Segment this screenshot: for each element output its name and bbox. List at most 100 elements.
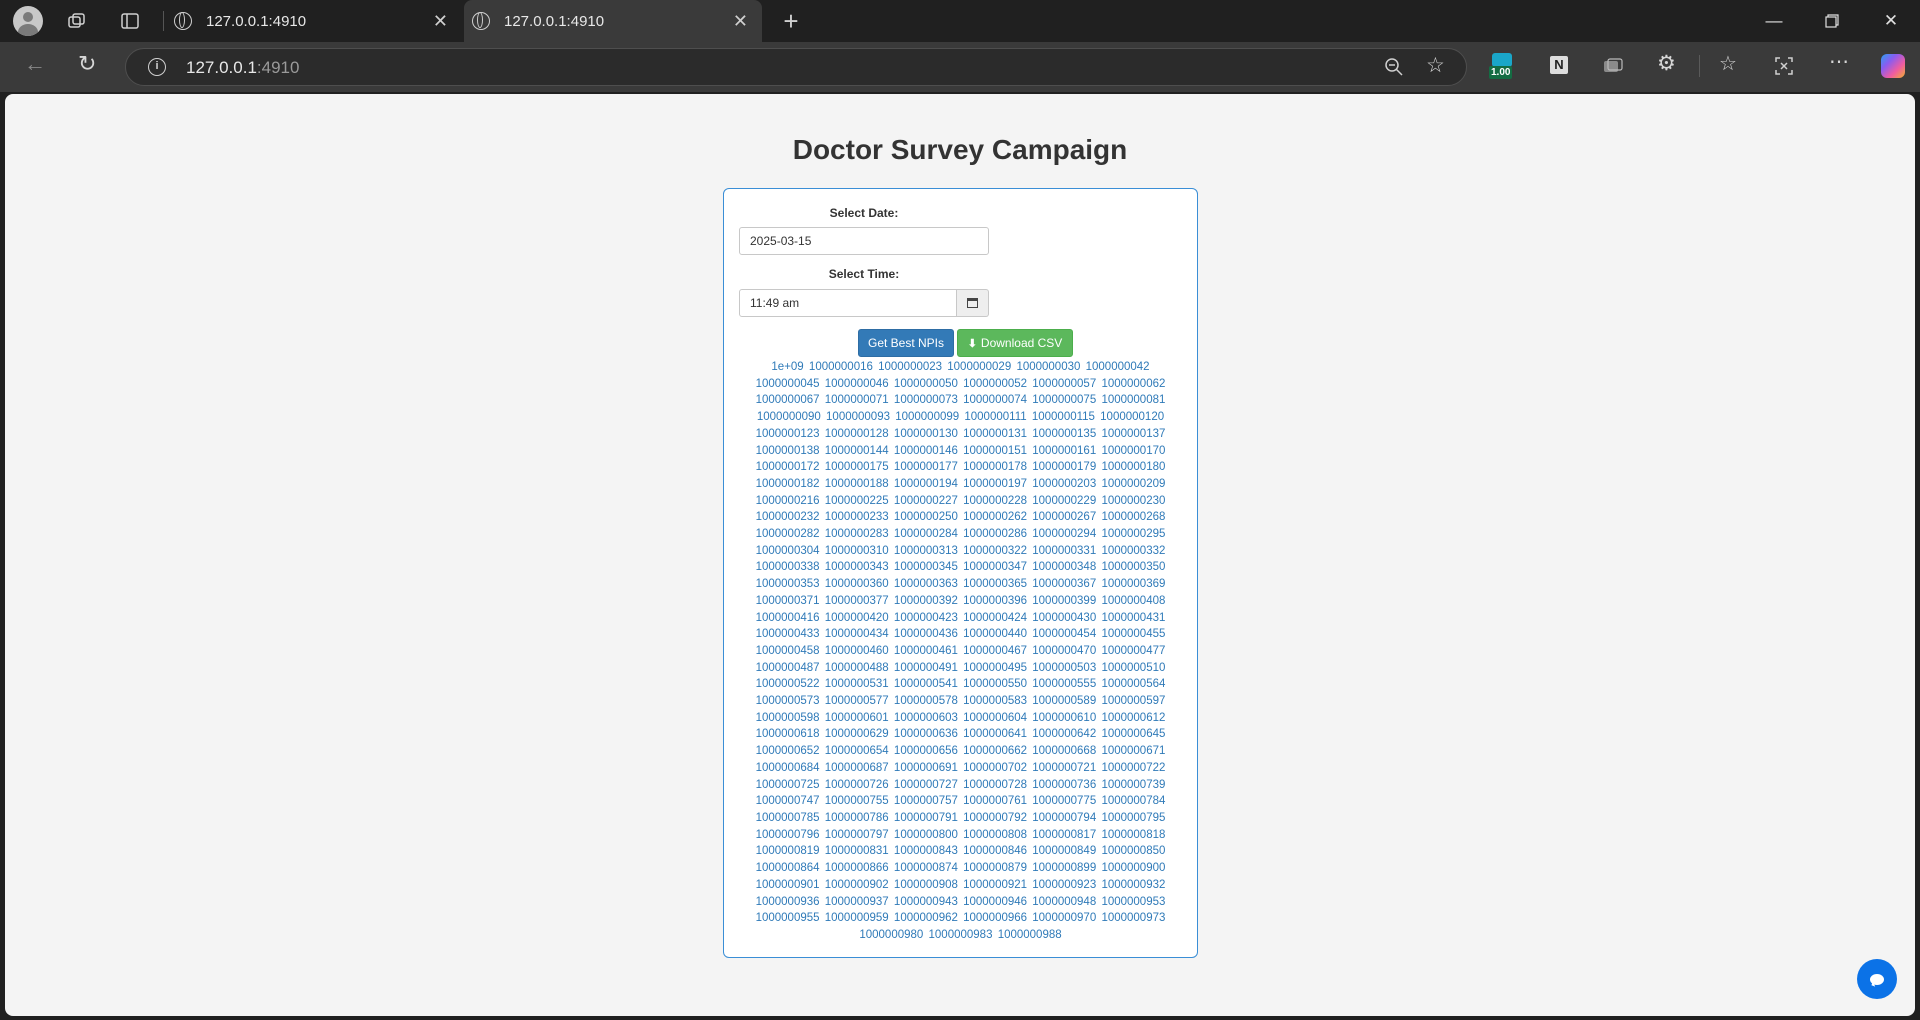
npi-item: 1000000775 [1032,795,1097,808]
screen-capture-icon[interactable] [1603,58,1623,78]
profile-avatar-icon[interactable] [13,6,43,36]
site-info-icon[interactable]: i [148,58,166,76]
npi-item: 1000000052 [963,377,1028,390]
npi-item: 1000000541 [893,678,958,691]
npi-item: 1000000936 [755,895,820,908]
address-url: 127.0.0.1:4910 [186,58,300,77]
npi-item: 1000000726 [824,778,889,791]
npi-item: 1000000423 [893,611,958,624]
npi-item: 1000000345 [893,561,958,574]
npi-item: 1000000137 [1101,427,1166,440]
npi-item: 1000000791 [893,811,958,824]
npi-item: 1000000573 [755,695,820,708]
npi-item: 1000000755 [824,795,889,808]
npi-item: 1000000332 [1101,544,1166,557]
npi-item: 1000000656 [893,745,958,758]
npi-item: 1000000849 [1032,845,1097,858]
copilot-icon[interactable] [1881,54,1905,78]
restore-icon[interactable] [1803,0,1861,42]
npi-item: 1000000267 [1032,511,1097,524]
npi-item: 1000000131 [963,427,1028,440]
npi-item: 1000000937 [824,895,889,908]
npi-item: 1000000702 [963,761,1028,774]
download-csv-button[interactable]: ⬇ Download CSV [957,329,1073,357]
npi-item: 1000000194 [893,477,958,490]
tab-active[interactable]: 127.0.0.1:4910 ✕ [464,0,762,42]
get-best-npis-button[interactable]: Get Best NPIs [858,329,954,357]
back-icon[interactable]: ← [24,53,46,75]
extensions-puzzle-icon[interactable]: ⚙ [1657,53,1676,74]
npi-item: 1000000946 [963,895,1028,908]
npi-item: 1000000722 [1101,761,1166,774]
npi-item: 1000000461 [893,644,958,657]
npi-item: 1000000966 [963,912,1028,925]
npi-item: 1000000598 [755,711,820,724]
npi-item: 1000000604 [963,711,1028,724]
globe-icon [174,12,192,30]
npi-item: 1000000727 [893,778,958,791]
favorites-icon[interactable]: ☆ [1719,54,1737,74]
npi-item: 1000000074 [963,394,1028,407]
npi-item: 1000000430 [1032,611,1097,624]
notion-extension-icon[interactable]: N [1550,56,1568,74]
date-label: Select Date: [829,206,899,220]
npi-item: 1000000454 [1032,628,1097,641]
npi-item: 1000000629 [824,728,889,741]
chat-button[interactable] [1857,959,1897,999]
address-bar[interactable]: i 127.0.0.1:4910 ☆ [125,48,1467,86]
npi-item: 1000000433 [755,628,820,641]
npi-item: 1000000182 [755,477,820,490]
web-capture-icon[interactable] [1774,56,1794,80]
close-tab-icon[interactable]: ✕ [433,11,448,32]
npi-item: 1000000725 [755,778,820,791]
time-input[interactable]: 11:49 am [739,289,957,317]
npi-item: 1000000488 [824,661,889,674]
npi-item: 1000000973 [1101,912,1166,925]
minimize-icon[interactable]: — [1745,0,1803,42]
npi-item: 1000000062 [1101,377,1166,390]
date-input[interactable]: 2025-03-15 [739,227,989,255]
close-window-icon[interactable]: ✕ [1862,0,1920,42]
npi-item: 1000000850 [1101,845,1166,858]
npi-item: 1000000338 [755,561,820,574]
new-tab-icon[interactable]: + [778,6,804,36]
toolbar-divider [1699,55,1700,77]
npi-item: 1000000747 [755,795,820,808]
npi-item: 1000000879 [963,862,1028,875]
zoom-out-icon[interactable] [1384,57,1404,81]
npi-item: 1000000045 [755,377,820,390]
npi-item: 1000000510 [1101,661,1166,674]
tab-actions-icon[interactable] [119,11,141,31]
npi-item: 1000000216 [755,494,820,507]
refresh-icon[interactable]: ↻ [78,53,96,75]
npi-item: 1000000900 [1101,862,1166,875]
close-tab-icon[interactable]: ✕ [733,11,748,32]
workspaces-icon[interactable] [66,11,88,31]
tab-inactive[interactable]: 127.0.0.1:4910 ✕ [166,0,462,42]
npi-item: 1000000023 [878,361,943,373]
extension-icon[interactable]: 1.00 [1489,53,1514,81]
npi-item: 1000000503 [1032,661,1097,674]
npi-item: 1000000030 [1016,361,1081,373]
more-options-icon[interactable]: ⋯ [1829,52,1849,72]
npi-item: 1000000460 [824,644,889,657]
npi-item: 1000000795 [1101,811,1166,824]
npi-item: 1000000687 [824,761,889,774]
npi-item: 1000000268 [1101,511,1166,524]
npi-item: 1000000071 [824,394,889,407]
npi-item: 1000000363 [893,578,958,591]
time-picker-button[interactable] [957,289,989,317]
npi-item: 1000000230 [1101,494,1166,507]
npi-item: 1000000099 [895,411,960,424]
npi-item: 1000000179 [1032,461,1097,474]
npi-item: 1000000671 [1101,745,1166,758]
npi-item: 1000000874 [893,862,958,875]
npi-item: 1000000408 [1101,594,1166,607]
tab-strip: 127.0.0.1:4910 ✕ 127.0.0.1:4910 ✕ + — ✕ [0,0,1920,42]
npi-item: 1000000603 [893,711,958,724]
npi-item: 1000000431 [1101,611,1166,624]
npi-item: 1000000029 [947,361,1012,373]
favorite-star-icon[interactable]: ☆ [1426,55,1445,76]
npi-item: 1000000784 [1101,795,1166,808]
npi-results-list: 1e+09 1000000016 1000000023 1000000029 1… [738,359,1183,944]
